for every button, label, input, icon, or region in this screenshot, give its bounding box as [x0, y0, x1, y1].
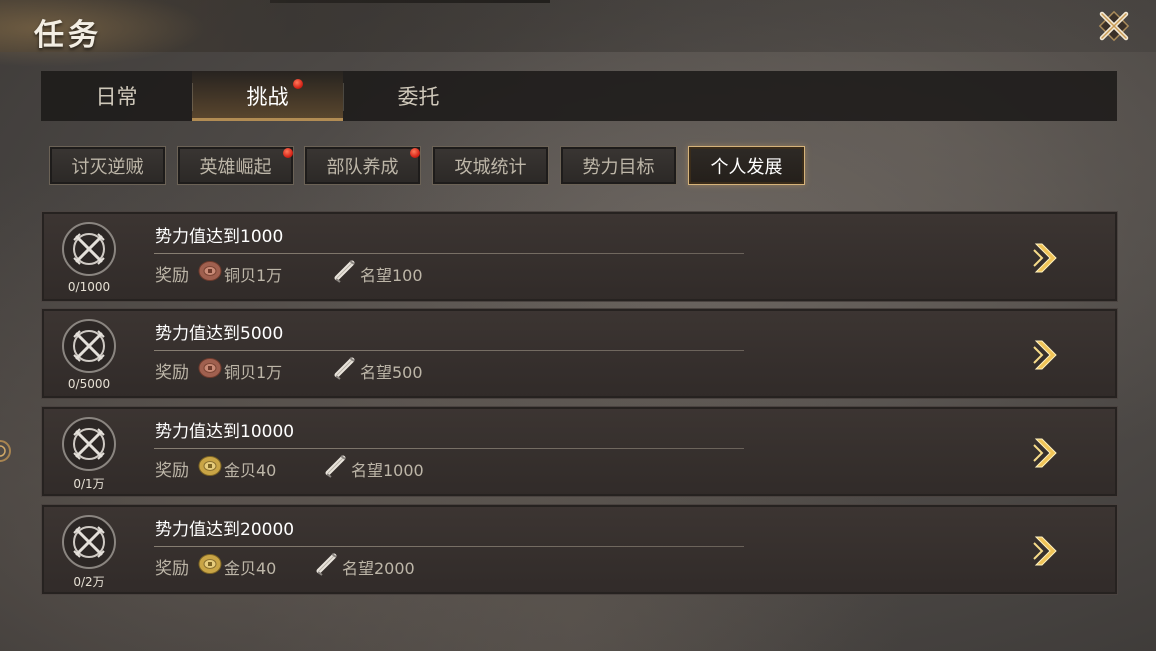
subtab-label: 个人发展 [710, 156, 783, 178]
subtab-troop-training[interactable]: 部队养成 [304, 146, 421, 185]
scroll-icon [332, 258, 358, 284]
divider [154, 253, 744, 254]
reward-label: 奖励 [155, 363, 189, 383]
go-button[interactable] [1032, 533, 1062, 569]
divider [154, 350, 744, 351]
reward-value: 铜贝1万 [224, 266, 283, 285]
scroll-icon [332, 355, 358, 381]
notification-dot-icon [283, 148, 293, 158]
task-row: 0/2万 势力值达到20000 奖励 金贝40 名望2000 [41, 504, 1118, 595]
task-progress: 0/5000 [67, 377, 111, 391]
subtab-personal-development[interactable]: 个人发展 [688, 146, 805, 185]
main-tab-bar: 日常 挑战 委托 [41, 71, 1117, 121]
divider [154, 448, 744, 449]
subtab-label: 势力目标 [582, 156, 655, 178]
copper-coin-icon [198, 357, 222, 379]
go-button[interactable] [1032, 240, 1062, 276]
close-button[interactable] [1092, 4, 1136, 48]
crossed-swords-icon [60, 513, 118, 571]
reward-label: 奖励 [155, 266, 189, 286]
subtab-label: 讨灭逆贼 [71, 156, 144, 178]
notification-dot-icon [410, 148, 420, 158]
task-progress: 0/2万 [73, 575, 105, 589]
reward-value: 名望1000 [351, 461, 424, 480]
title-bar: 任务 [0, 0, 1156, 70]
chevron-right-icon [1033, 340, 1057, 370]
reward-value: 铜贝1万 [224, 363, 283, 382]
reward-value: 金贝40 [224, 559, 277, 578]
reward-value: 金贝40 [224, 461, 277, 480]
crossed-swords-icon [60, 317, 118, 375]
subtab-hero-rise[interactable]: 英雄崛起 [177, 146, 294, 185]
subtab-siege-stats[interactable]: 攻城统计 [432, 146, 549, 185]
task-title: 势力值达到10000 [155, 422, 295, 442]
tab-challenge[interactable]: 挑战 [192, 71, 343, 121]
reward-label: 奖励 [155, 461, 189, 481]
side-ring-icon [0, 437, 14, 465]
crossed-swords-icon [60, 220, 118, 278]
tab-daily[interactable]: 日常 [41, 71, 192, 121]
task-title: 势力值达到5000 [155, 324, 284, 344]
chevron-right-icon [1033, 536, 1057, 566]
scroll-icon [314, 551, 340, 577]
task-progress: 0/1000 [67, 280, 111, 294]
page-title: 任务 [34, 18, 102, 53]
divider [154, 546, 744, 547]
close-icon [1098, 10, 1130, 42]
crossed-swords-icon [60, 415, 118, 473]
reward-value: 名望100 [360, 266, 423, 285]
tab-commission[interactable]: 委托 [343, 71, 494, 121]
reward-value: 名望500 [360, 363, 423, 382]
gold-coin-icon [198, 455, 222, 477]
notification-dot-icon [293, 79, 303, 89]
chevron-right-icon [1033, 243, 1057, 273]
task-row: 0/1000 势力值达到1000 奖励 铜贝1万 名望100 [41, 211, 1118, 302]
task-title: 势力值达到20000 [155, 520, 295, 540]
reward-label: 奖励 [155, 559, 189, 579]
go-button[interactable] [1032, 337, 1062, 373]
reward-value: 名望2000 [342, 559, 415, 578]
task-row: 0/1万 势力值达到10000 奖励 金贝40 名望1000 [41, 406, 1118, 497]
subtab-label: 攻城统计 [454, 156, 527, 178]
copper-coin-icon [198, 260, 222, 282]
title-cloud-ornament [0, 0, 220, 70]
tab-label: 挑战 [246, 85, 289, 109]
scroll-icon [323, 453, 349, 479]
chevron-right-icon [1033, 438, 1057, 468]
task-progress: 0/1万 [73, 477, 105, 491]
gold-coin-icon [198, 553, 222, 575]
subtab-label: 英雄崛起 [199, 156, 272, 178]
task-row: 0/5000 势力值达到5000 奖励 铜贝1万 名望500 [41, 308, 1118, 399]
subtab-label: 部队养成 [326, 156, 399, 178]
subtab-suppress-rebels[interactable]: 讨灭逆贼 [49, 146, 166, 185]
go-button[interactable] [1032, 435, 1062, 471]
tab-label: 日常 [95, 85, 138, 109]
task-title: 势力值达到1000 [155, 227, 284, 247]
subtab-faction-goals[interactable]: 势力目标 [560, 146, 677, 185]
tab-label: 委托 [397, 85, 440, 109]
